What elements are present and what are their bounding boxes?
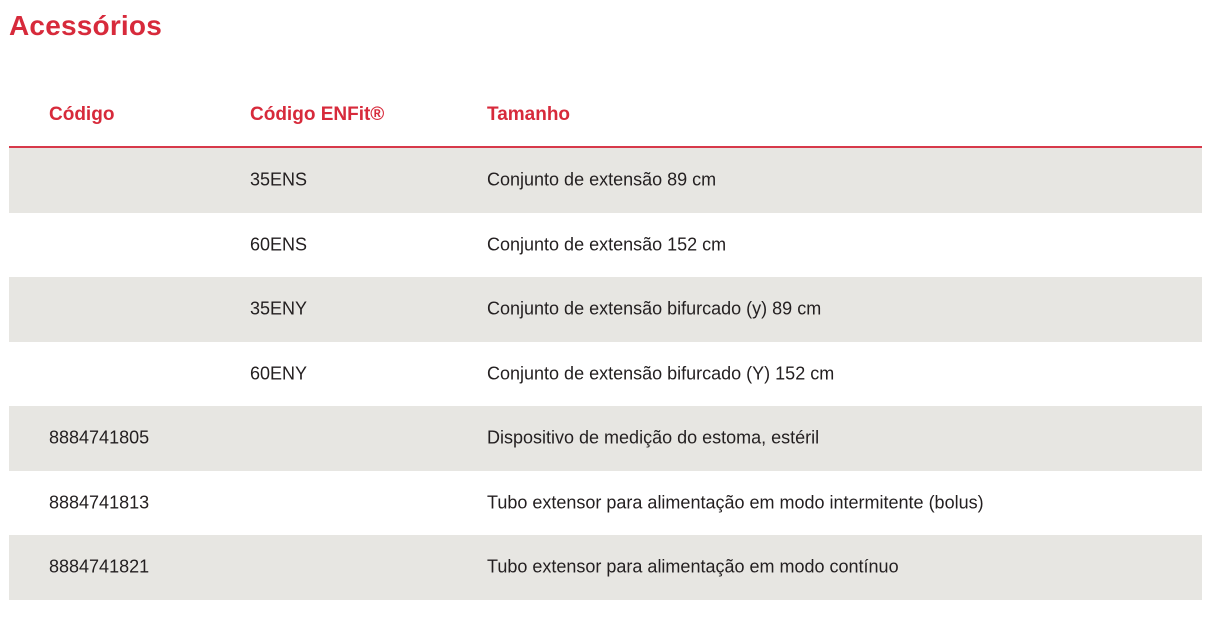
cell-tamanho: Dispositivo de medição do estoma, estéri…	[487, 427, 820, 448]
cell-enfit: 60ENY	[250, 363, 308, 384]
cell-codigo: 8884741805	[49, 427, 150, 448]
cell-tamanho: Conjunto de extensão 152 cm	[487, 234, 727, 255]
cell-enfit: 35ENS	[250, 169, 308, 190]
header-tamanho: Tamanho	[487, 104, 571, 125]
cell-tamanho: Tubo extensor para alimentação em modo i…	[487, 492, 984, 513]
table-row: 35ENY Conjunto de extensão bifurcado (y)…	[9, 277, 1202, 342]
cell-tamanho: Conjunto de extensão bifurcado (y) 89 cm	[487, 298, 822, 319]
cell-codigo: 8884741821	[49, 556, 150, 577]
cell-codigo: 8884741813	[49, 492, 150, 513]
accessories-table: Código Código ENFit® Tamanho 35ENS Conju…	[9, 88, 1202, 600]
cell-tamanho: Conjunto de extensão bifurcado (Y) 152 c…	[487, 363, 835, 384]
cell-enfit: 60ENS	[250, 234, 308, 255]
cell-tamanho: Conjunto de extensão 89 cm	[487, 169, 717, 190]
table-row: 8884741805 Dispositivo de medição do est…	[9, 406, 1202, 471]
table-row: 8884741821 Tubo extensor para alimentaçã…	[9, 535, 1202, 600]
table-row: 35ENS Conjunto de extensão 89 cm	[9, 148, 1202, 213]
table-header: Código Código ENFit® Tamanho	[9, 88, 1202, 148]
table-row: 8884741813 Tubo extensor para alimentaçã…	[9, 471, 1202, 536]
cell-enfit: 35ENY	[250, 298, 308, 319]
page-title: Acessórios	[9, 10, 162, 41]
table-row: 60ENY Conjunto de extensão bifurcado (Y)…	[9, 342, 1202, 407]
table-row: 60ENS Conjunto de extensão 152 cm	[9, 213, 1202, 278]
cell-tamanho: Tubo extensor para alimentação em modo c…	[487, 556, 899, 577]
header-codigo-enfit: Código ENFit®	[250, 104, 385, 125]
header-codigo: Código	[49, 104, 115, 125]
